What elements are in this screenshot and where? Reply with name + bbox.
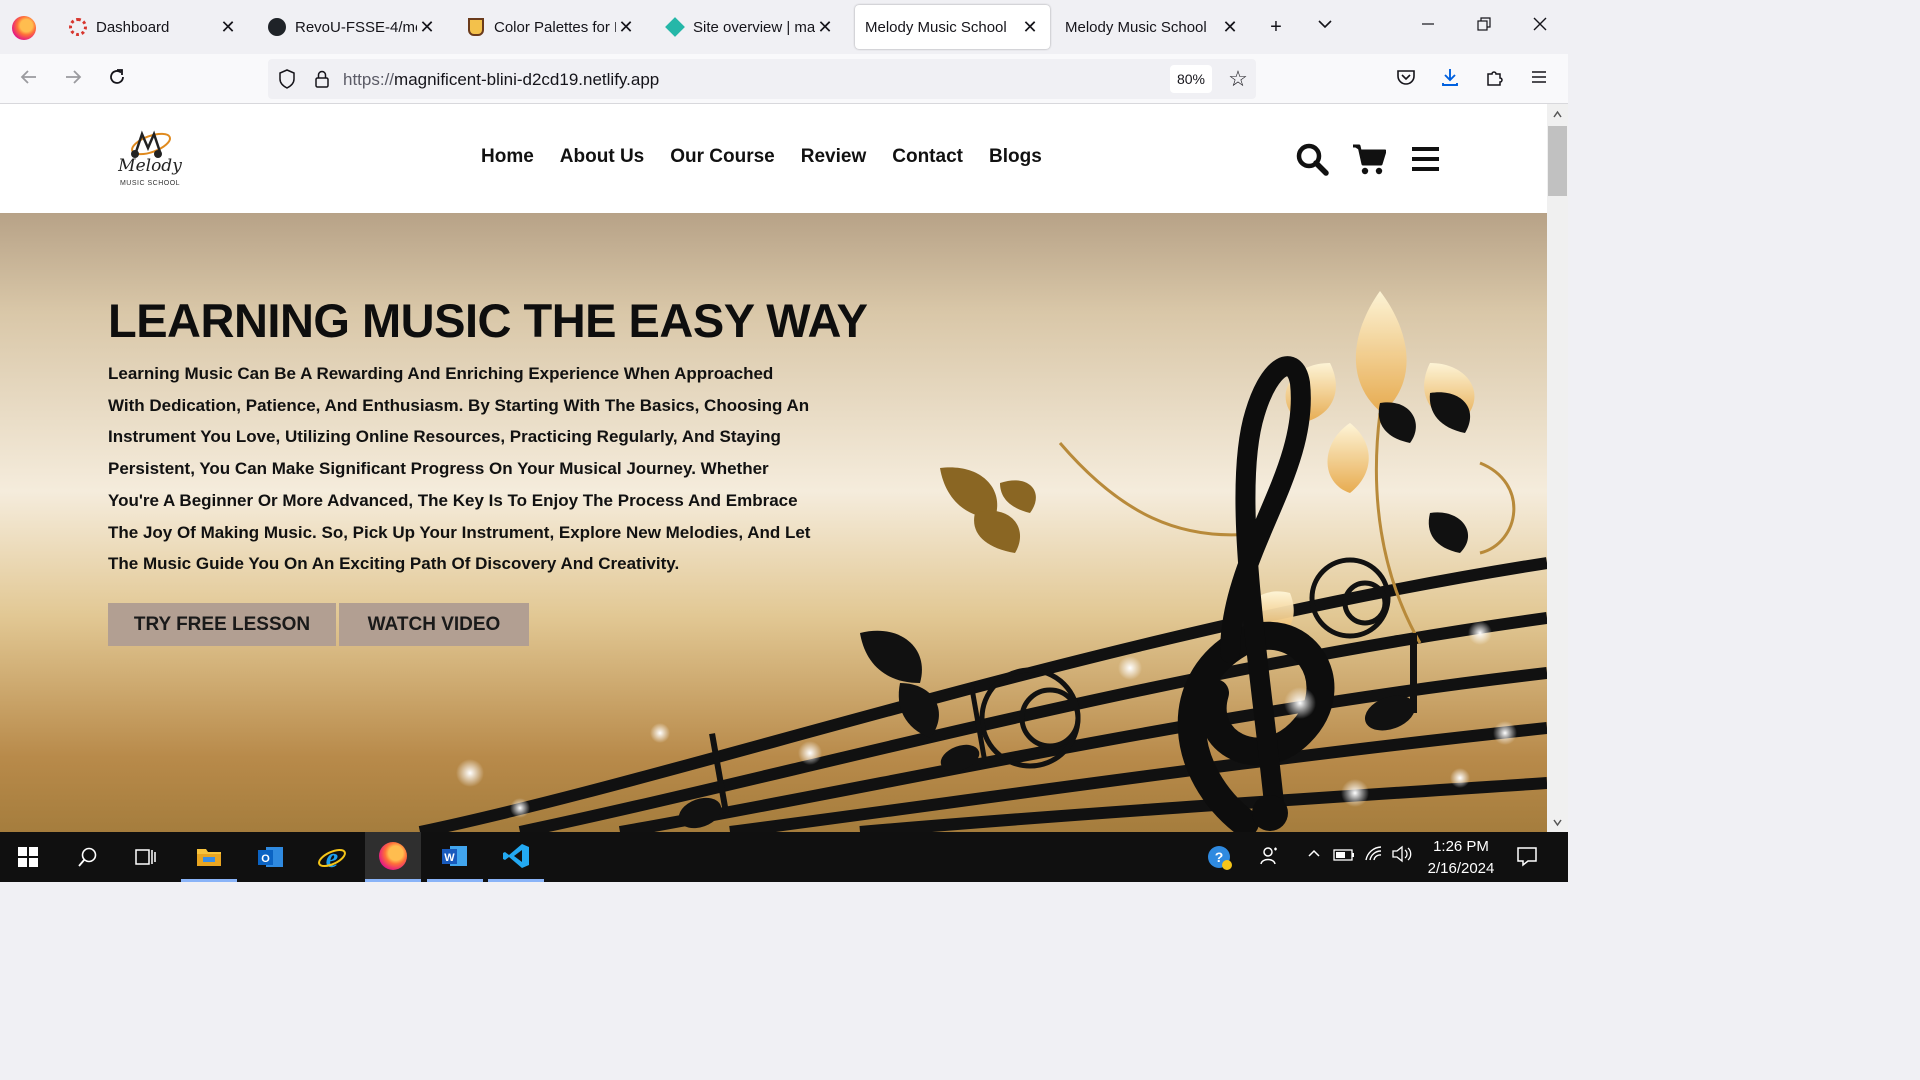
show-hidden-icons-chevron-icon[interactable] [1302,845,1326,869]
new-tab-icon[interactable]: + [1263,14,1289,40]
hamburger-menu-icon[interactable] [1409,142,1443,176]
system-clock[interactable]: 1:26 PM 2/16/2024 [1414,836,1508,880]
lock-icon[interactable] [314,69,330,89]
nav-home[interactable]: Home [481,146,534,168]
url-scheme: https:// [343,70,395,89]
tab-title: Melody Music School [865,18,1007,36]
tab-title: RevoU-FSSE-4/modul [295,18,417,36]
tab-site-overview[interactable]: Site overview | magnif ✕ [655,5,845,49]
vscode-icon[interactable] [488,832,544,882]
address-bar[interactable]: https://magnificent-blini-d2cd19.netlify… [268,59,1256,99]
tracking-shield-icon[interactable] [278,69,296,89]
tab-bar: Dashboard ✕ RevoU-FSSE-4/modul ✕ Color P… [0,0,1568,54]
dashboard-favicon-icon [68,17,88,37]
outlook-icon[interactable]: O [243,832,299,882]
firefox-taskbar-icon[interactable] [365,832,421,882]
scroll-up-icon[interactable] [1552,109,1563,120]
url-text[interactable]: https://magnificent-blini-d2cd19.netlify… [343,70,659,90]
close-tab-icon[interactable]: ✕ [218,17,238,37]
windows-taskbar: O e W ? 1:26 PM 2/16/2024 [0,832,1568,882]
help-icon[interactable]: ? [1207,845,1232,870]
try-free-lesson-button[interactable]: TRY FREE LESSON [108,603,336,646]
tab-color-palettes[interactable]: Color Palettes for Desi ✕ [456,5,646,49]
scroll-thumb[interactable] [1548,126,1567,196]
nav-review[interactable]: Review [801,146,866,168]
tab-title: Color Palettes for Desi [494,18,616,36]
tab-title: Dashboard [96,18,170,36]
site-header: Melody MUSIC SCHOOL Home About Us Our Co… [0,104,1547,213]
page-viewport: Melody MUSIC SCHOOL Home About Us Our Co… [0,104,1547,832]
close-tab-icon[interactable]: ✕ [815,17,835,37]
app-menu-icon[interactable] [1526,66,1552,92]
firefox-menu-icon[interactable] [12,16,36,40]
word-icon[interactable]: W [427,832,483,882]
navigation-toolbar: https://magnificent-blini-d2cd19.netlify… [0,54,1568,104]
close-tab-icon[interactable]: ✕ [616,17,636,37]
svg-text:W: W [444,852,455,864]
clock-time: 1:26 PM [1433,838,1489,855]
netlify-icon [665,17,685,37]
search-icon[interactable] [1295,142,1329,176]
nav-about-us[interactable]: About Us [560,146,644,168]
svg-text:O: O [261,853,270,865]
windows-logo-icon [18,847,38,867]
github-icon [267,17,287,37]
url-host: magnificent-blini-d2cd19.netlify.app [394,70,660,89]
bookmark-star-icon[interactable]: ☆ [1226,67,1250,91]
forward-arrow-icon[interactable] [60,66,86,92]
tab-title: Melody Music School [1065,18,1207,36]
wifi-icon[interactable] [1362,845,1386,869]
logo-subtitle: MUSIC SCHOOL [119,180,181,187]
search-taskbar-icon[interactable] [60,832,116,882]
nav-our-course[interactable]: Our Course [670,146,775,168]
clock-date: 2/16/2024 [1427,860,1495,877]
color-palettes-icon [466,17,486,37]
main-nav: Home About Us Our Course Review Contact … [481,146,1042,168]
pocket-icon[interactable] [1393,66,1419,92]
scroll-down-icon[interactable] [1552,817,1563,828]
svg-text:?: ? [1215,849,1224,865]
watch-video-button[interactable]: WATCH VIDEO [339,603,529,646]
hero-description: Learning Music Can Be A Rewarding And En… [108,364,811,574]
page-scrollbar[interactable] [1547,104,1568,832]
downloads-icon[interactable] [1437,66,1463,92]
close-tab-icon[interactable]: ✕ [1020,17,1040,37]
notifications-icon[interactable] [1515,845,1539,869]
people-icon[interactable] [1258,845,1282,869]
tab-github[interactable]: RevoU-FSSE-4/modul ✕ [257,5,447,49]
hero-title: LEARNING MUSIC THE EASY WAY [108,294,868,347]
extensions-icon[interactable] [1482,66,1508,92]
shopping-cart-icon[interactable] [1352,142,1386,176]
tab-melody[interactable]: Melody Music School ✕ [1055,5,1250,49]
internet-explorer-icon[interactable]: e [304,832,360,882]
svg-text:e: e [326,843,338,871]
close-tab-icon[interactable]: ✕ [417,17,437,37]
nav-contact[interactable]: Contact [892,146,963,168]
zoom-level-badge[interactable]: 80% [1170,65,1212,93]
back-arrow-icon[interactable] [16,66,42,92]
volume-icon[interactable] [1390,845,1414,869]
close-tab-icon[interactable]: ✕ [1220,17,1240,37]
melody-logo[interactable]: Melody MUSIC SCHOOL [108,124,192,194]
close-window-icon[interactable] [1527,14,1553,40]
file-explorer-icon[interactable] [181,832,237,882]
reload-icon[interactable] [104,66,130,92]
tab-title: Site overview | magnif [693,18,815,36]
tab-dashboard[interactable]: Dashboard ✕ [58,5,248,49]
minimize-icon[interactable] [1415,14,1441,40]
start-button[interactable] [0,832,56,882]
restore-icon[interactable] [1471,14,1497,40]
task-view-icon[interactable] [118,832,174,882]
list-tabs-icon[interactable] [1312,14,1338,40]
battery-icon[interactable] [1332,845,1356,869]
hero-section: LEARNING MUSIC THE EASY WAY Learning Mus… [0,213,1547,832]
logo-word: Melody [118,156,182,176]
tab-melody-active[interactable]: Melody Music School ✕ [855,5,1050,49]
nav-blogs[interactable]: Blogs [989,146,1042,168]
